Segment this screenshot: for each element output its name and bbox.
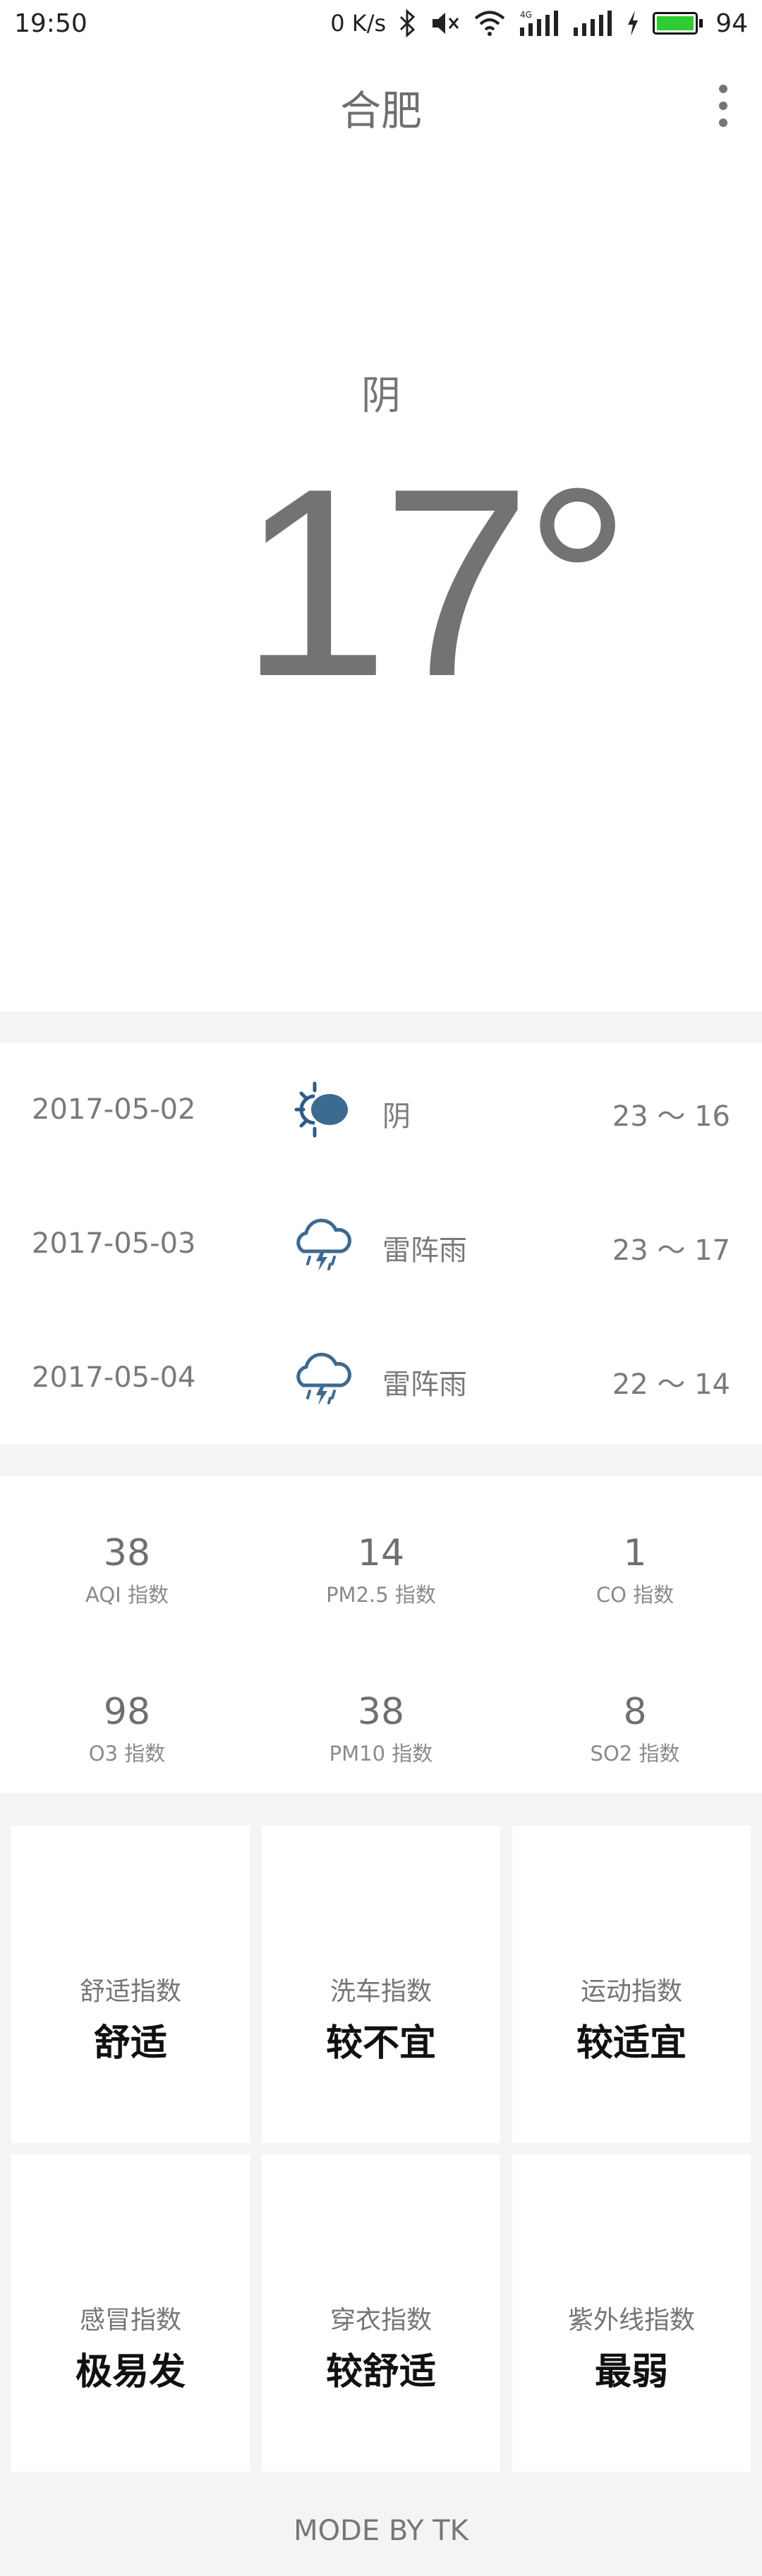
net-speed: 0 K/s	[330, 10, 387, 37]
forecast-row[interactable]: 2017-05-04 雷阵雨 22 ～ 14	[0, 1311, 762, 1445]
bluetooth-icon	[400, 9, 416, 37]
forecast-condition: 雷阵雨	[382, 1368, 467, 1401]
co-label: CO 指数	[595, 1583, 675, 1607]
uv-index-card[interactable]: 紫外线指数 最弱	[512, 2154, 751, 2472]
battery-icon	[653, 12, 703, 35]
thunderstorm-icon	[296, 1218, 351, 1271]
card-value: 极易发	[75, 2351, 186, 2393]
pm25-value: 14	[357, 1532, 405, 1574]
forecast-row[interactable]: 2017-05-03 雷阵雨 23 ～ 17	[0, 1177, 762, 1311]
card-value: 最弱	[594, 2351, 668, 2393]
so2-value: 8	[623, 1691, 647, 1733]
forecast-condition: 阴	[382, 1100, 411, 1133]
card-label: 舒适指数	[79, 1977, 181, 2006]
o3-label: O3 指数	[88, 1742, 166, 1766]
card-label: 运动指数	[580, 1977, 682, 2006]
pm10-value: 38	[357, 1691, 405, 1733]
pm10-index: 38 PM10 指数	[254, 1634, 508, 1793]
forecast-date: 2017-05-03	[32, 1227, 196, 1260]
more-vertical-icon[interactable]	[713, 85, 734, 127]
card-label: 紫外线指数	[567, 2306, 695, 2335]
card-label: 穿衣指数	[329, 2306, 432, 2335]
pm10-label: PM10 指数	[329, 1742, 433, 1766]
forecast-range: 22 ～ 14	[612, 1368, 730, 1401]
cloudy-sun-icon	[294, 1081, 348, 1138]
forecast-date: 2017-05-02	[32, 1093, 196, 1126]
status-icons: 0 K/s 4G 94	[330, 9, 748, 38]
thunderstorm-icon	[296, 1352, 351, 1405]
status-time: 19:50	[14, 8, 87, 38]
current-condition: 阴	[361, 373, 401, 419]
wifi-icon	[474, 11, 505, 36]
signal-4g-icon: 4G	[520, 10, 559, 36]
card-label: 洗车指数	[329, 1977, 432, 2006]
signal-icon	[574, 11, 612, 36]
flu-index-card[interactable]: 感冒指数 极易发	[11, 2154, 250, 2472]
dressing-index-card[interactable]: 穿衣指数 较舒适	[262, 2154, 500, 2472]
forecast-range: 23 ～ 16	[612, 1100, 730, 1133]
air-quality-panel: 38 AQI 指数 14 PM2.5 指数 1 CO 指数 98 O3 指数 3…	[0, 1476, 762, 1793]
card-value: 较舒适	[325, 2351, 436, 2393]
co-value: 1	[623, 1532, 647, 1574]
forecast-row[interactable]: 2017-05-02 阴 23 ～ 16	[0, 1043, 762, 1177]
forecast-date: 2017-05-04	[32, 1361, 196, 1394]
battery-level: 94	[715, 8, 748, 38]
aqi-value: 38	[103, 1532, 151, 1574]
o3-value: 98	[103, 1691, 151, 1733]
o3-index: 98 O3 指数	[0, 1634, 254, 1793]
footer-credit: MODE BY TK	[294, 2515, 468, 2547]
aqi-index: 38 AQI 指数	[0, 1476, 254, 1634]
so2-label: SO2 指数	[590, 1742, 680, 1766]
current-temperature: 17°	[240, 432, 631, 732]
comfort-index-card[interactable]: 舒适指数 舒适	[11, 1825, 250, 2143]
current-weather: 阴 17°	[0, 166, 762, 1011]
co-index: 1 CO 指数	[508, 1476, 762, 1634]
svg-text:4G: 4G	[520, 10, 532, 20]
forecast-range: 23 ～ 17	[612, 1234, 730, 1267]
aqi-label: AQI 指数	[85, 1583, 169, 1607]
city-title: 合肥	[339, 87, 422, 135]
card-value: 较不宜	[325, 2022, 436, 2065]
pm25-label: PM2.5 指数	[326, 1583, 436, 1607]
card-value: 较适宜	[576, 2022, 687, 2065]
pm25-index: 14 PM2.5 指数	[254, 1476, 508, 1634]
card-label: 感冒指数	[79, 2306, 181, 2335]
charging-icon	[628, 11, 639, 36]
app-bar: 合肥	[0, 47, 762, 166]
sport-index-card[interactable]: 运动指数 较适宜	[512, 1825, 751, 2143]
so2-index: 8 SO2 指数	[508, 1634, 762, 1793]
forecast-list: 2017-05-02 阴 23 ～ 16 2017-05-03 雷阵雨 23 ～…	[0, 1043, 762, 1445]
card-value: 舒适	[93, 2022, 167, 2065]
car-wash-index-card[interactable]: 洗车指数 较不宜	[262, 1825, 500, 2143]
status-bar: 19:50 0 K/s 4G 94	[0, 0, 762, 47]
mute-icon	[433, 13, 459, 34]
forecast-condition: 雷阵雨	[382, 1234, 467, 1267]
